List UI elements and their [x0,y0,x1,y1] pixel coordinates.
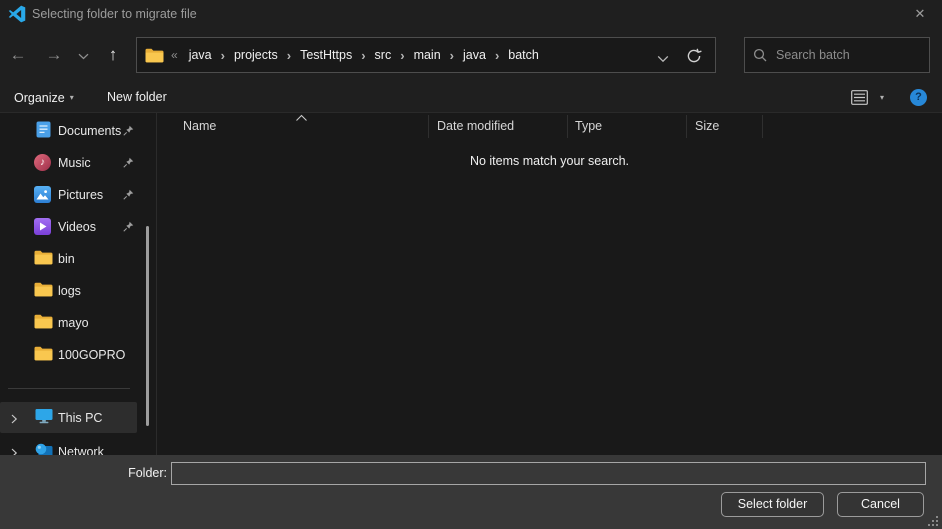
command-bar: Organize ▾ New folder ▾ ? [0,83,942,113]
address-dropdown-button[interactable] [657,52,669,66]
close-button[interactable]: ✕ [904,0,936,28]
chevron-right-icon[interactable] [10,447,18,455]
search-icon [753,48,767,62]
organize-button[interactable]: Organize ▾ [14,83,74,113]
folder-icon [34,250,53,268]
sidebar-separator [8,388,130,389]
sort-ascending-icon [295,113,308,125]
pin-icon [123,125,134,139]
file-list: Name Date modified Type Size No items ma… [157,113,942,455]
column-header-date-modified[interactable]: Date modified [437,113,514,139]
folder-icon [145,48,164,63]
chevron-down-icon [657,55,669,63]
forward-button[interactable]: → [40,39,68,71]
pin-icon [123,221,134,235]
up-button[interactable]: ↑ [99,39,127,71]
sidebar-item-label: This PC [58,411,102,425]
search-input[interactable] [776,48,937,62]
chevron-down-icon [78,53,89,60]
column-divider[interactable] [428,115,429,138]
pin-icon [123,157,134,171]
dropdown-caret-icon: ▾ [880,93,884,102]
sidebar-item-this-pc[interactable]: This PC [0,402,137,433]
new-folder-button[interactable]: New folder [107,83,167,112]
navigation-bar: ← → ↑ « java › projects › TestHttps › sr… [0,28,942,83]
breadcrumb-item-testhttps[interactable]: TestHttps [291,48,361,62]
sidebar-item-bin[interactable]: bin [0,243,137,274]
refresh-button[interactable] [686,48,702,67]
breadcrumb-item-main[interactable]: main [405,48,450,62]
column-header-size[interactable]: Size [695,113,719,139]
sidebar-item-documents[interactable]: Documents [0,115,137,146]
videos-icon [34,218,53,235]
folder-icon [34,282,53,300]
column-header-type[interactable]: Type [575,113,602,139]
music-note-glyph: ♪ [34,154,51,171]
sidebar-item-network[interactable]: Network [0,436,137,455]
vscode-icon [8,5,26,23]
column-divider[interactable] [762,115,763,138]
sidebar-item-label: Pictures [58,188,103,202]
music-icon: ♪ [34,154,53,171]
folder-label: Folder: [90,462,167,485]
navigation-pane: Documents ♪ Music [0,113,156,455]
column-divider[interactable] [686,115,687,138]
sidebar-item-label: Videos [58,220,96,234]
sidebar-scrollbar[interactable] [146,226,149,426]
breadcrumb-item-java2[interactable]: java [454,48,495,62]
help-button[interactable]: ? [910,89,927,106]
this-pc-icon [34,408,53,427]
folder-input[interactable] [171,462,926,485]
empty-state-message: No items match your search. [157,154,942,168]
sidebar-item-pictures[interactable]: Pictures [0,179,137,210]
network-icon [34,443,53,455]
folder-picker-dialog: Selecting folder to migrate file ✕ ← → ↑… [0,0,942,529]
window-title: Selecting folder to migrate file [32,0,197,28]
sidebar-item-100gopro[interactable]: 100GOPRO [0,339,137,370]
recent-locations-button[interactable] [72,39,94,71]
folder-icon [34,314,53,332]
change-view-button[interactable]: ▾ [851,90,884,105]
breadcrumb-overflow[interactable]: « [171,48,178,62]
pin-icon [123,189,134,203]
sidebar-item-label: 100GOPRO [58,348,125,362]
sidebar-item-label: Music [58,156,91,170]
breadcrumb-item-batch[interactable]: batch [499,48,548,62]
sidebar-item-mayo[interactable]: mayo [0,307,137,338]
details-view-icon [851,90,868,105]
sidebar-item-label: bin [58,252,75,266]
column-divider[interactable] [567,115,568,138]
sidebar-item-videos[interactable]: Videos [0,211,137,242]
documents-icon [34,121,53,141]
refresh-icon [686,48,702,64]
resize-grip[interactable] [928,516,938,526]
select-folder-button[interactable]: Select folder [721,492,824,517]
folder-icon [34,346,53,364]
back-button[interactable]: ← [4,39,32,71]
pictures-icon [34,186,53,203]
search-box[interactable] [744,37,930,73]
titlebar: Selecting folder to migrate file ✕ [0,0,942,28]
cancel-button[interactable]: Cancel [837,492,924,517]
dropdown-caret-icon: ▾ [70,93,74,102]
breadcrumb-item-java[interactable]: java [180,48,221,62]
sidebar-item-logs[interactable]: logs [0,275,137,306]
dialog-content: Documents ♪ Music [0,113,942,455]
sidebar-item-music[interactable]: ♪ Music [0,147,137,178]
sidebar-item-label: Network [58,445,104,456]
sidebar-item-label: logs [58,284,81,298]
dialog-footer: Folder: Select folder Cancel [0,455,942,529]
column-header-name[interactable]: Name [183,113,216,139]
organize-label: Organize [14,91,65,105]
sidebar-item-label: mayo [58,316,89,330]
chevron-right-icon[interactable] [10,413,18,427]
address-bar[interactable]: « java › projects › TestHttps › src › ma… [136,37,716,73]
breadcrumb-item-projects[interactable]: projects [225,48,287,62]
breadcrumb-item-src[interactable]: src [366,48,401,62]
sidebar-item-label: Documents [58,124,121,138]
